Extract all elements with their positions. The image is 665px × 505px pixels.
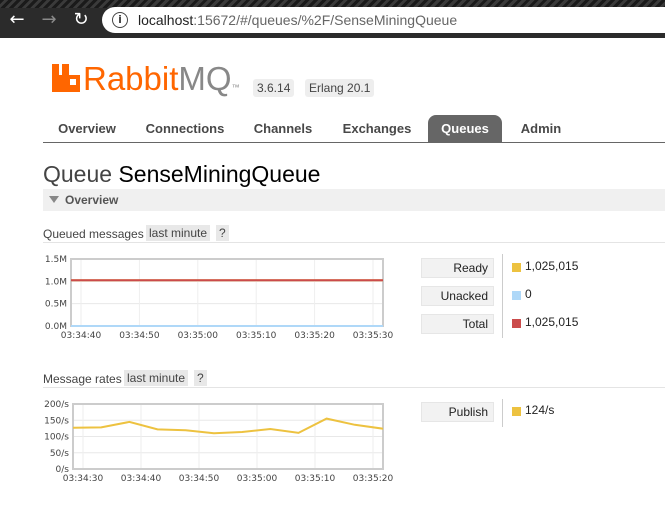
y-tick-label: 1.5M	[45, 255, 67, 265]
stat-label: Ready	[421, 258, 494, 278]
url-path: :15672/#/queues/%2F/SenseMiningQueue	[193, 12, 458, 28]
legend-swatch	[512, 263, 521, 272]
url-text[interactable]: localhost:15672/#/queues/%2F/SenseMining…	[138, 12, 457, 28]
reload-icon[interactable]: ↻	[70, 9, 92, 31]
url-host: localhost	[138, 12, 194, 28]
x-tick-label: 03:34:40	[121, 474, 162, 484]
x-tick-label: 03:34:50	[179, 474, 220, 484]
page-title: Queue SenseMiningQueue	[43, 161, 321, 187]
tab-overview[interactable]: Overview	[49, 115, 125, 143]
x-tick-label: 03:35:30	[353, 331, 394, 341]
stat-value: 124/s	[525, 403, 555, 417]
x-tick-label: 03:34:50	[119, 331, 160, 341]
erlang-badge: Erlang 20.1	[305, 79, 375, 97]
stat-label: Unacked	[421, 286, 494, 306]
message-rates-label: Message rates	[43, 372, 122, 386]
legend-swatch	[512, 291, 521, 300]
x-tick-label: 03:35:10	[295, 474, 336, 484]
x-tick-label: 03:35:10	[236, 331, 277, 341]
x-tick-label: 03:34:40	[61, 331, 102, 341]
series-line-publish	[72, 417, 384, 435]
y-tick-label: 150/s	[44, 416, 69, 426]
queued-help-button[interactable]: ?	[216, 225, 229, 241]
x-tick-label: 03:34:30	[63, 474, 104, 484]
stat-value: 1,025,015	[525, 315, 579, 329]
overview-section-toggle[interactable]: Overview	[43, 189, 665, 211]
y-tick-label: 50/s	[50, 449, 69, 459]
queued-messages-chart: 1.5M1.0M0.5M0.0M03:34:40 03:34:50 03:35:00…	[45, 255, 394, 341]
arrow-right-icon[interactable]: →	[38, 9, 60, 31]
divider	[502, 254, 503, 338]
collapse-triangle-icon	[49, 196, 59, 203]
section-title: Overview	[65, 193, 119, 207]
stat-label: Publish	[421, 402, 494, 422]
queued-messages-label: Queued messages	[43, 227, 144, 241]
x-tick-label: 03:35:20	[294, 331, 335, 341]
queued-range-selector[interactable]: last minute	[146, 225, 211, 241]
address-bar[interactable]: i localhost:15672/#/queues/%2F/SenseMini…	[102, 7, 665, 33]
queue-name: SenseMiningQueue	[118, 161, 321, 187]
stat-value: 0	[525, 287, 532, 301]
rates-range-selector[interactable]: last minute	[124, 370, 189, 386]
logo-text: RabbitMQ™	[83, 60, 240, 97]
tab-exchanges[interactable]: Exchanges	[335, 115, 419, 143]
version-badge: 3.6.14	[253, 79, 295, 97]
message-rates-header: Message rates last minute ?	[43, 370, 665, 388]
queued-messages-header: Queued messages last minute ?	[43, 225, 665, 243]
stat-value: 1,025,015	[525, 259, 579, 273]
y-tick-label: 1.0M	[45, 277, 67, 287]
x-tick-label: 03:35:20	[353, 474, 394, 484]
rates-help-button[interactable]: ?	[194, 370, 207, 386]
message-rates-chart: 200/s150/s100/s50/s0/s03:34:30 03:34:40 03…	[44, 400, 394, 484]
y-tick-label: 0.5M	[45, 300, 67, 310]
legend-swatch	[512, 319, 521, 328]
stat-label: Total	[421, 314, 494, 334]
divider	[502, 399, 503, 427]
y-tick-label: 100/s	[44, 433, 69, 443]
tab-channels[interactable]: Channels	[247, 115, 319, 143]
x-tick-label: 03:35:00	[237, 474, 278, 484]
browser-toolbar: ← → ↻ i localhost:15672/#/queues/%2F/Sen…	[0, 0, 665, 38]
info-icon[interactable]: i	[112, 12, 128, 28]
main-nav: Overview Connections Channels Exchanges …	[43, 115, 665, 143]
y-tick-label: 200/s	[44, 400, 69, 410]
tab-admin[interactable]: Admin	[513, 115, 569, 143]
tab-queues[interactable]: Queues	[428, 115, 502, 143]
tab-connections[interactable]: Connections	[139, 115, 231, 143]
rabbit-logo-icon	[52, 64, 80, 92]
plot-frame	[70, 258, 384, 327]
x-tick-label: 03:35:00	[178, 331, 219, 341]
legend-swatch	[512, 407, 521, 416]
arrow-left-icon[interactable]: ←	[6, 9, 28, 31]
